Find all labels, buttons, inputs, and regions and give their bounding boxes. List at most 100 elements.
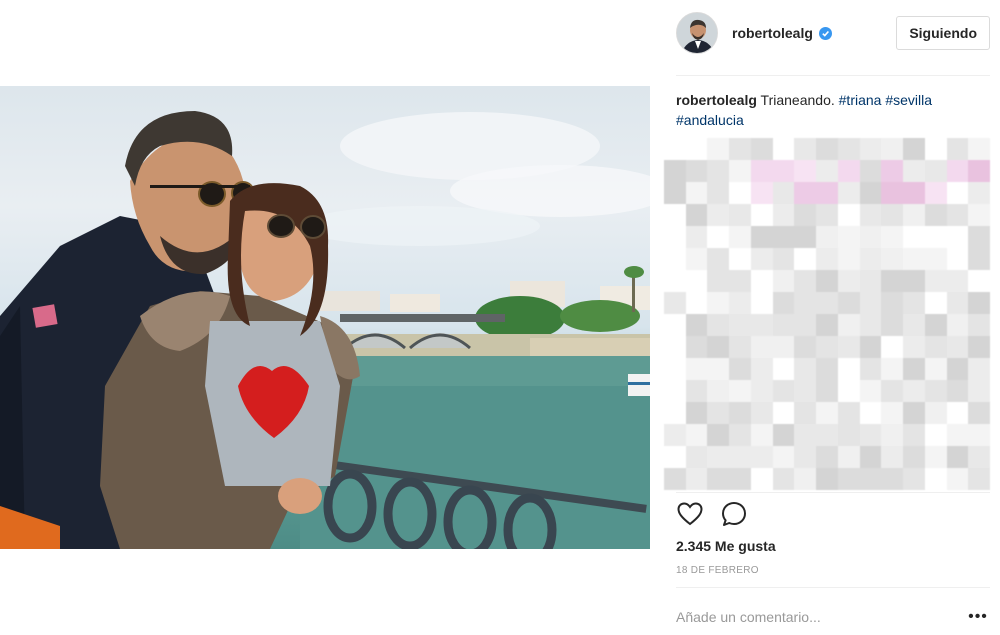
mosaic-cell — [924, 314, 947, 336]
mosaic-cell — [794, 270, 817, 292]
mosaic-cell — [685, 314, 708, 336]
mosaic-cell — [685, 226, 708, 248]
mosaic-cell — [946, 468, 969, 490]
post-header: robertolealg Siguiendo — [676, 12, 990, 54]
mosaic-cell — [881, 424, 904, 446]
post-date[interactable]: 18 DE FEBRERO — [676, 565, 759, 576]
mosaic-cell — [729, 248, 751, 270]
mosaic-cell — [968, 446, 990, 468]
mosaic-cell — [837, 468, 860, 490]
mosaic-cell — [881, 248, 904, 270]
mosaic-cell — [946, 226, 969, 248]
mosaic-cell — [837, 358, 860, 380]
mosaic-cell — [816, 336, 838, 358]
mosaic-cell — [772, 270, 795, 292]
mosaic-cell — [772, 248, 795, 270]
mosaic-cell — [772, 358, 795, 380]
mosaic-cell — [968, 138, 990, 160]
add-comment-input[interactable] — [676, 598, 966, 635]
mosaic-cell — [881, 204, 904, 226]
mosaic-cell — [794, 160, 817, 182]
mosaic-cell — [968, 160, 990, 182]
mosaic-cell — [664, 336, 686, 358]
mosaic-cell — [772, 138, 795, 160]
mosaic-cell — [816, 226, 838, 248]
comment-bubble-icon[interactable] — [720, 500, 748, 528]
mosaic-cell — [968, 204, 990, 226]
mosaic-cell — [816, 292, 838, 314]
mosaic-cell — [881, 380, 904, 402]
heart-outline-icon[interactable] — [676, 500, 704, 528]
mosaic-cell — [664, 204, 686, 226]
mosaic-cell — [816, 248, 838, 270]
mosaic-cell — [750, 358, 773, 380]
mosaic-cell — [794, 314, 817, 336]
mosaic-cell — [924, 468, 947, 490]
following-button[interactable]: Siguiendo — [896, 16, 990, 50]
author-avatar[interactable] — [676, 12, 718, 54]
mosaic-cell — [946, 182, 969, 204]
post-actions — [676, 500, 764, 528]
likes-count[interactable]: 2.345 Me gusta — [676, 538, 776, 554]
mosaic-cell — [707, 314, 730, 336]
mosaic-cell — [837, 380, 860, 402]
mosaic-cell — [750, 446, 773, 468]
mosaic-cell — [946, 292, 969, 314]
mosaic-cell — [837, 204, 860, 226]
mosaic-cell — [794, 446, 817, 468]
mosaic-cell — [946, 248, 969, 270]
mosaic-cell — [859, 226, 882, 248]
mosaic-cell — [729, 182, 751, 204]
mosaic-cell — [664, 292, 686, 314]
mosaic-cell — [946, 402, 969, 424]
mosaic-cell — [816, 160, 838, 182]
mosaic-cell — [729, 468, 751, 490]
mosaic-cell — [924, 138, 947, 160]
mosaic-cell — [685, 182, 708, 204]
mosaic-cell — [794, 402, 817, 424]
mosaic-cell — [729, 314, 751, 336]
mosaic-cell — [794, 424, 817, 446]
hashtag-link[interactable]: #sevilla — [885, 92, 932, 108]
mosaic-cell — [685, 446, 708, 468]
mosaic-cell — [903, 424, 925, 446]
mosaic-cell — [859, 270, 882, 292]
mosaic-cell — [968, 292, 990, 314]
mosaic-cell — [816, 468, 838, 490]
mosaic-cell — [837, 226, 860, 248]
more-options-icon[interactable]: ••• — [966, 605, 990, 629]
mosaic-cell — [837, 446, 860, 468]
comments-divider — [676, 492, 990, 493]
mosaic-cell — [968, 270, 990, 292]
mosaic-cell — [664, 182, 686, 204]
mosaic-cell — [881, 292, 904, 314]
mosaic-cell — [794, 204, 817, 226]
mosaic-cell — [968, 402, 990, 424]
mosaic-cell — [772, 292, 795, 314]
mosaic-cell — [685, 380, 708, 402]
mosaic-cell — [816, 204, 838, 226]
caption-username[interactable]: robertolealg — [676, 92, 757, 108]
mosaic-cell — [664, 424, 686, 446]
mosaic-cell — [903, 138, 925, 160]
mosaic-cell — [837, 270, 860, 292]
mosaic-cell — [685, 336, 708, 358]
mosaic-cell — [946, 380, 969, 402]
hashtag-link[interactable]: #triana — [839, 92, 882, 108]
mosaic-cell — [881, 138, 904, 160]
hashtag-link[interactable]: #andalucia — [676, 112, 744, 128]
mosaic-cell — [924, 358, 947, 380]
mosaic-cell — [729, 138, 751, 160]
post-photo[interactable] — [0, 86, 650, 549]
mosaic-cell — [837, 160, 860, 182]
mosaic-cell — [664, 402, 686, 424]
mosaic-cell — [685, 270, 708, 292]
mosaic-cell — [750, 138, 773, 160]
mosaic-cell — [924, 292, 947, 314]
mosaic-cell — [707, 424, 730, 446]
mosaic-cell — [729, 446, 751, 468]
author-username[interactable]: robertolealg — [732, 25, 813, 41]
mosaic-cell — [837, 402, 860, 424]
mosaic-cell — [707, 270, 730, 292]
mosaic-cell — [881, 336, 904, 358]
